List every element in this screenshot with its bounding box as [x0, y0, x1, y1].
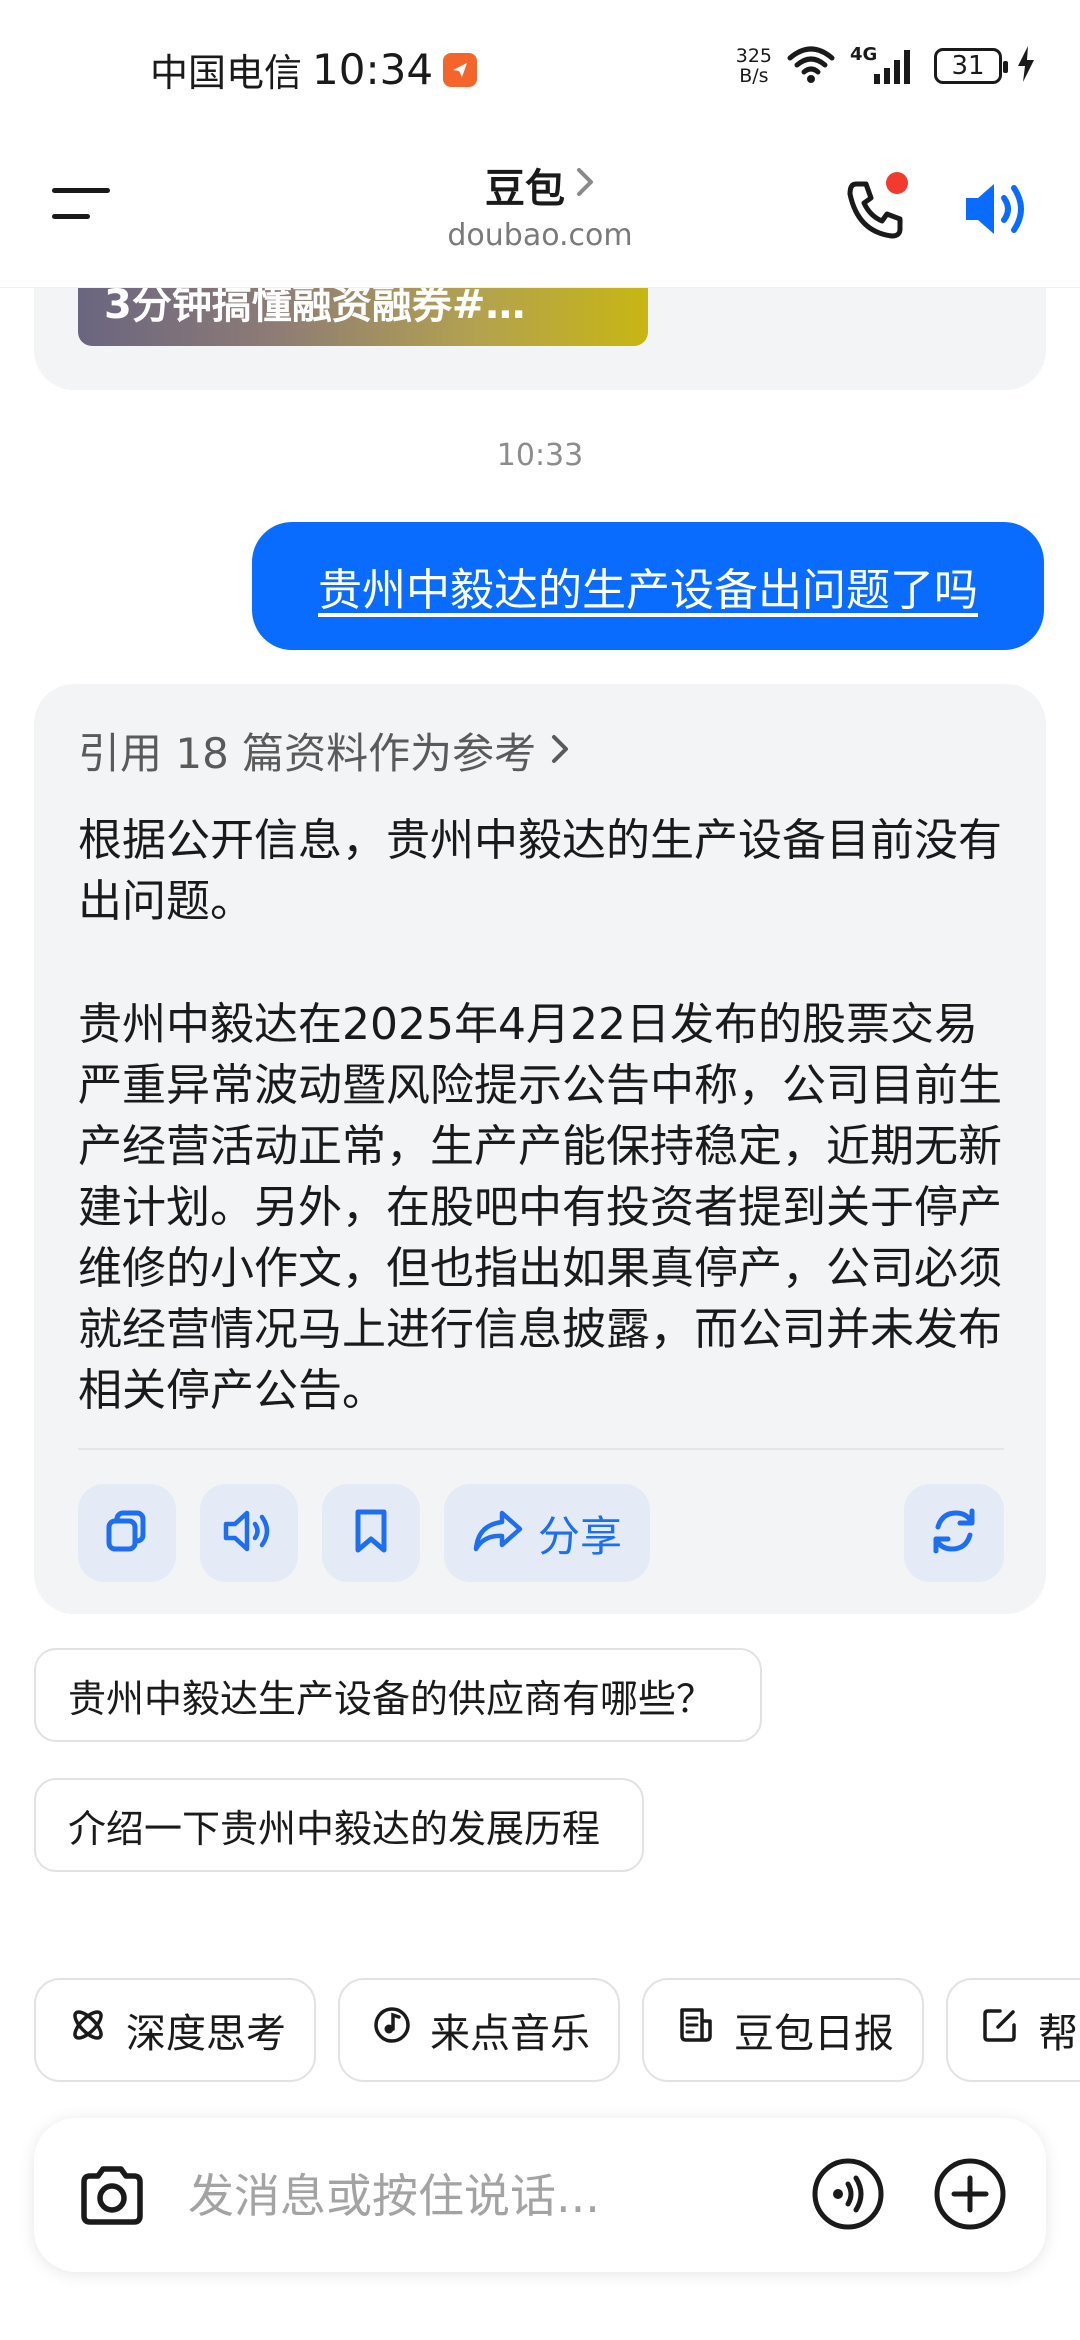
battery-level: 31	[951, 51, 985, 81]
notification-dot	[886, 172, 908, 194]
copy-button[interactable]	[78, 1484, 176, 1582]
share-button[interactable]: 分享	[444, 1484, 650, 1582]
ai-reply-paragraph: 根据公开信息，贵州中毅达的生产设备目前没有出问题。	[78, 815, 1002, 927]
read-aloud-button[interactable]	[200, 1484, 298, 1582]
bookmark-button[interactable]	[322, 1484, 420, 1582]
battery-indicator: 31	[934, 48, 1008, 84]
title-block[interactable]: 豆包 doubao.com	[0, 156, 1080, 253]
cellular-signal-icon: 4G	[850, 44, 920, 88]
suggested-question[interactable]: 贵州中毅达生产设备的供应商有哪些？	[34, 1648, 762, 1742]
page-subtitle: doubao.com	[447, 218, 633, 253]
chevron-right-icon	[575, 162, 595, 208]
newspaper-icon	[676, 2005, 716, 2055]
status-left: 中国电信 10:34	[150, 42, 478, 97]
wifi-icon	[786, 44, 836, 88]
page-title[interactable]: 豆包	[485, 156, 595, 214]
message-timestamp: 10:33	[496, 438, 584, 473]
chip-deep-thinking[interactable]: 深度思考	[34, 1978, 316, 2082]
chip-help-write[interactable]: 帮	[946, 1978, 1080, 2082]
message-input[interactable]: 发消息或按住说话...	[188, 2160, 600, 2226]
divider	[78, 1448, 1004, 1450]
app-notification-icon	[443, 52, 478, 87]
speaker-icon[interactable]	[960, 176, 1032, 242]
regenerate-button[interactable]	[904, 1484, 1004, 1582]
music-note-icon	[372, 2005, 412, 2055]
net-speed-unit: B/s	[739, 65, 769, 87]
quick-action-bar: 深度思考 来点音乐 豆包日报 帮	[34, 1978, 1080, 2082]
chip-label: 来点音乐	[430, 2011, 590, 2057]
status-bar: 中国电信 10:34 325 B/s 4G 31	[0, 0, 1080, 130]
camera-icon[interactable]	[76, 2160, 148, 2232]
user-message-text: 贵州中毅达的生产设备出问题了吗	[318, 565, 978, 616]
references-link[interactable]: 引用 18 篇资料作为参考	[78, 720, 570, 781]
ai-reply-paragraph: 贵州中毅达在2025年4月22日发布的股票交易严重异常波动暨风险提示公告中称，公…	[78, 999, 1002, 1416]
share-label: 分享	[537, 1511, 622, 1561]
net-speed: 325 B/s	[736, 46, 772, 86]
bookmark-icon	[351, 1507, 391, 1559]
charging-icon	[1016, 44, 1036, 88]
chevron-right-icon	[550, 726, 570, 775]
plus-icon[interactable]	[932, 2156, 1008, 2232]
user-message-bubble[interactable]: 贵州中毅达的生产设备出问题了吗	[252, 522, 1044, 650]
net-speed-value: 325	[735, 45, 772, 67]
bot-name: 豆包	[485, 166, 565, 212]
chip-label: 豆包日报	[734, 2011, 894, 2057]
carrier-name: 中国电信	[150, 51, 303, 95]
share-icon	[472, 1507, 524, 1559]
status-right: 325 B/s 4G 31	[736, 44, 1036, 88]
ai-reply-card: 引用 18 篇资料作为参考 根据公开信息，贵州中毅达的生产设备目前没有出问题。 …	[34, 684, 1046, 1614]
chip-daily-report[interactable]: 豆包日报	[642, 1978, 924, 2082]
atom-icon	[68, 2005, 108, 2055]
speaker-icon	[222, 1507, 276, 1559]
app-header: 豆包 doubao.com	[0, 130, 1080, 288]
voice-call-icon[interactable]	[810, 2156, 886, 2232]
chip-label: 深度思考	[126, 2011, 286, 2057]
clock: 10:34	[312, 45, 434, 94]
chip-music[interactable]: 来点音乐	[338, 1978, 620, 2082]
suggested-question[interactable]: 介绍一下贵州中毅达的发展历程	[34, 1778, 644, 1872]
references-label: 引用 18 篇资料作为参考	[78, 729, 537, 778]
message-composer: 发消息或按住说话...	[34, 2118, 1046, 2272]
chip-label: 帮	[1038, 2011, 1078, 2057]
edit-icon	[980, 2005, 1020, 2055]
copy-icon	[103, 1507, 151, 1559]
refresh-icon	[928, 1505, 980, 1561]
